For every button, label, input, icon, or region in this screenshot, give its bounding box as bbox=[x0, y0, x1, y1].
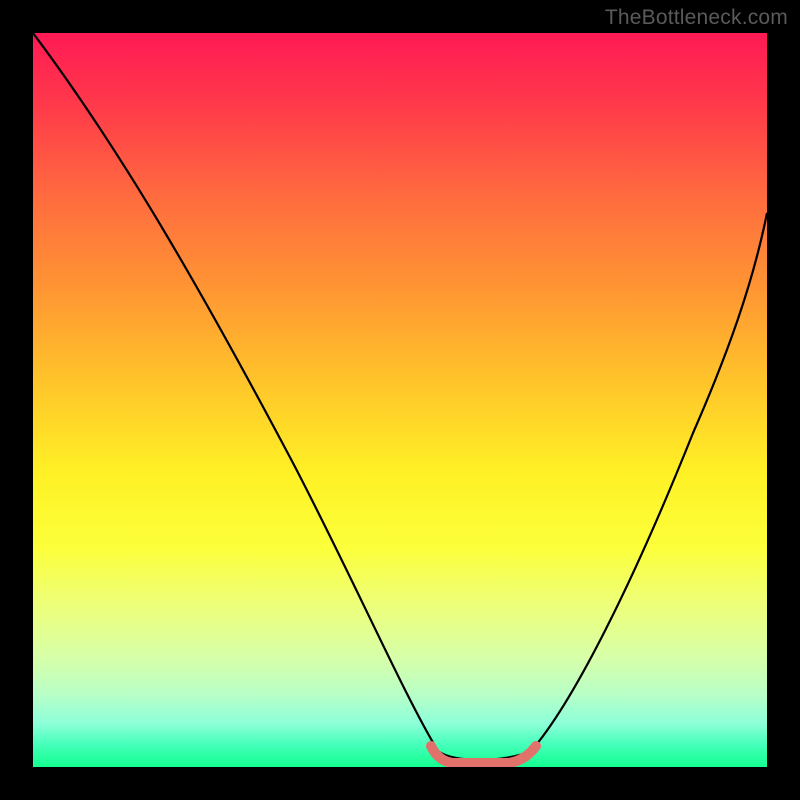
bottleneck-curve bbox=[33, 33, 767, 767]
curve-path bbox=[33, 33, 767, 760]
watermark-text: TheBottleneck.com bbox=[605, 6, 788, 30]
flat-bottom-segment bbox=[431, 746, 536, 763]
chart-frame: TheBottleneck.com bbox=[0, 0, 800, 800]
